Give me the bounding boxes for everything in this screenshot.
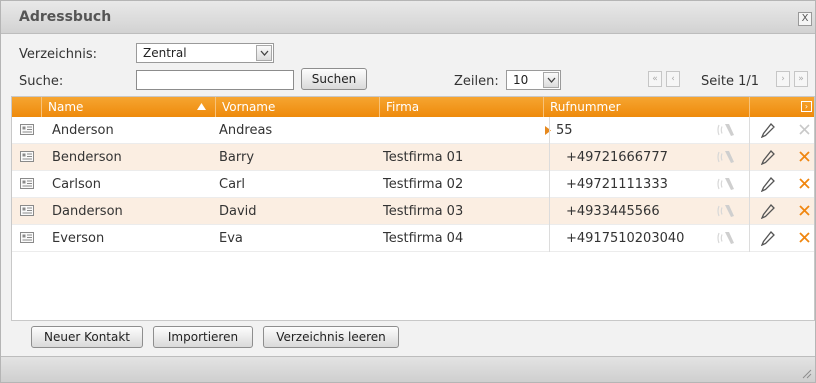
column-header-label: Vorname bbox=[222, 100, 276, 114]
page-indicator: Seite 1/1 bbox=[701, 74, 760, 89]
directory-select[interactable]: Zentral bbox=[136, 43, 274, 63]
sort-ascending-icon bbox=[197, 103, 206, 110]
phone-call-icon[interactable] bbox=[716, 203, 738, 219]
cell-vorname: Carl bbox=[219, 177, 245, 192]
phone-call-icon[interactable] bbox=[716, 149, 738, 165]
directory-select-value: Zentral bbox=[143, 46, 187, 60]
table-row[interactable]: Danderson David Testfirma 03 +4933445566 bbox=[12, 198, 814, 225]
cell-name: Anderson bbox=[52, 123, 114, 138]
delete-x-icon bbox=[799, 124, 810, 135]
column-header-name[interactable]: Name bbox=[41, 97, 215, 117]
contact-card-icon[interactable] bbox=[20, 232, 34, 243]
pencil-icon[interactable] bbox=[761, 177, 775, 192]
delete-x-icon[interactable] bbox=[799, 178, 810, 189]
previous-page-icon[interactable]: ‹ bbox=[666, 71, 680, 87]
column-header-firma[interactable]: Firma bbox=[379, 97, 543, 117]
column-divider bbox=[549, 144, 550, 171]
import-button[interactable]: Importieren bbox=[153, 326, 253, 348]
search-label: Suche: bbox=[19, 74, 64, 89]
delete-x-icon[interactable] bbox=[799, 205, 810, 216]
title-bar: Adressbuch X bbox=[1, 1, 815, 34]
cell-rufnummer[interactable]: +4933445566 bbox=[566, 204, 660, 219]
phone-call-icon[interactable] bbox=[716, 122, 738, 138]
contact-card-icon[interactable] bbox=[20, 205, 34, 216]
cell-rufnummer[interactable]: +49721666777 bbox=[566, 150, 668, 165]
next-page-icon[interactable]: › bbox=[776, 71, 790, 87]
table-row[interactable]: Benderson Barry Testfirma 01 +4972166677… bbox=[12, 144, 814, 171]
cell-name: Danderson bbox=[52, 204, 123, 219]
delete-x-icon[interactable] bbox=[799, 232, 810, 243]
column-divider bbox=[749, 198, 750, 225]
contacts-table: Name Vorname Firma Rufnummer › Anderson … bbox=[11, 96, 815, 321]
column-menu-icon[interactable]: › bbox=[801, 101, 812, 112]
resize-grip-icon[interactable] bbox=[802, 369, 812, 379]
cell-rufnummer[interactable]: +4917510203040 bbox=[566, 231, 684, 246]
pencil-icon[interactable] bbox=[761, 150, 775, 165]
chevron-down-icon[interactable] bbox=[256, 45, 272, 61]
column-divider bbox=[549, 117, 550, 144]
cell-vorname: Andreas bbox=[219, 123, 273, 138]
column-divider bbox=[749, 171, 750, 198]
cell-name: Everson bbox=[52, 231, 105, 246]
column-divider bbox=[749, 117, 750, 144]
phone-call-icon[interactable] bbox=[716, 230, 738, 246]
new-contact-button[interactable]: Neuer Kontakt bbox=[31, 326, 143, 348]
column-divider bbox=[549, 171, 550, 198]
contact-card-icon[interactable] bbox=[20, 178, 34, 189]
window-title: Adressbuch bbox=[19, 9, 112, 25]
table-row[interactable]: Anderson Andreas 55 bbox=[12, 117, 814, 144]
cell-rufnummer[interactable]: 55 bbox=[556, 123, 573, 138]
search-input[interactable] bbox=[136, 70, 294, 90]
cell-rufnummer[interactable]: +49721111333 bbox=[566, 177, 668, 192]
cell-firma: Testfirma 01 bbox=[383, 150, 464, 165]
column-divider bbox=[749, 144, 750, 171]
table-header: Name Vorname Firma Rufnummer › bbox=[12, 97, 814, 117]
phone-call-icon[interactable] bbox=[716, 176, 738, 192]
close-button[interactable]: X bbox=[798, 12, 812, 26]
column-header-label: Firma bbox=[386, 100, 420, 114]
column-header-label: Rufnummer bbox=[550, 100, 621, 114]
contact-card-icon[interactable] bbox=[20, 124, 34, 135]
cell-vorname: David bbox=[219, 204, 257, 219]
directory-label: Verzeichnis: bbox=[19, 47, 98, 62]
table-row[interactable]: Everson Eva Testfirma 04 +4917510203040 bbox=[12, 225, 814, 252]
column-divider bbox=[749, 225, 750, 252]
cell-firma: Testfirma 02 bbox=[383, 177, 464, 192]
status-bar bbox=[1, 356, 815, 382]
column-header-rufnummer[interactable]: Rufnummer bbox=[543, 97, 749, 117]
first-page-icon[interactable]: « bbox=[648, 71, 662, 87]
cell-firma: Testfirma 03 bbox=[383, 204, 464, 219]
column-divider bbox=[549, 198, 550, 225]
pencil-icon[interactable] bbox=[761, 231, 775, 246]
cell-name: Benderson bbox=[52, 150, 122, 165]
cell-vorname: Eva bbox=[219, 231, 243, 246]
contact-card-icon[interactable] bbox=[20, 151, 34, 162]
address-book-window: Adressbuch X Verzeichnis: Zentral Suche:… bbox=[0, 0, 816, 383]
cell-name: Carlson bbox=[52, 177, 101, 192]
rows-select[interactable]: 10 bbox=[506, 70, 561, 90]
pencil-icon[interactable] bbox=[761, 123, 775, 138]
rows-select-value: 10 bbox=[513, 73, 529, 87]
column-header-label: Name bbox=[48, 100, 84, 114]
pencil-icon[interactable] bbox=[761, 204, 775, 219]
expand-arrow-icon[interactable] bbox=[545, 126, 551, 135]
column-divider bbox=[549, 225, 550, 252]
clear-directory-button[interactable]: Verzeichnis leeren bbox=[263, 326, 399, 348]
search-button[interactable]: Suchen bbox=[301, 68, 367, 90]
rows-label: Zeilen: bbox=[454, 74, 499, 89]
delete-x-icon[interactable] bbox=[799, 151, 810, 162]
table-row[interactable]: Carlson Carl Testfirma 02 +49721111333 bbox=[12, 171, 814, 198]
column-header-vorname[interactable]: Vorname bbox=[215, 97, 379, 117]
cell-vorname: Barry bbox=[219, 150, 255, 165]
chevron-down-icon[interactable] bbox=[543, 72, 559, 88]
cell-firma: Testfirma 04 bbox=[383, 231, 464, 246]
last-page-icon[interactable]: » bbox=[794, 71, 808, 87]
